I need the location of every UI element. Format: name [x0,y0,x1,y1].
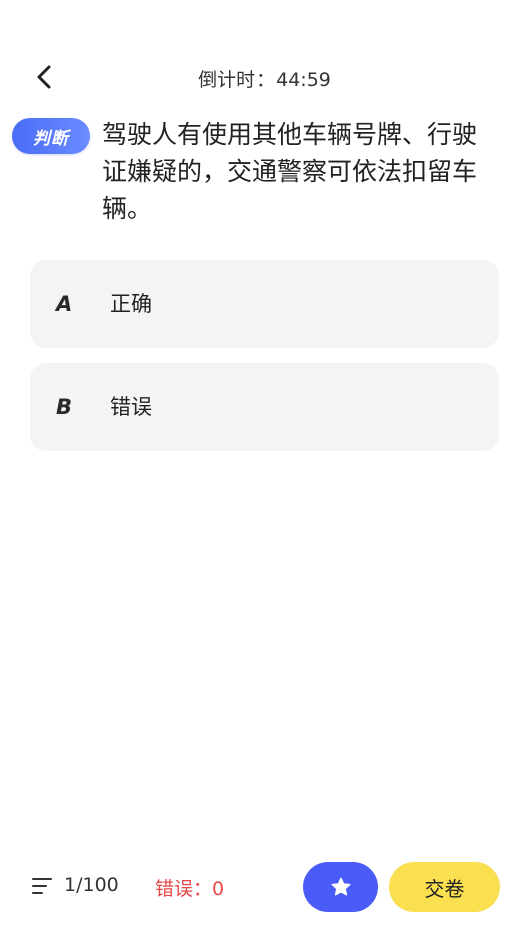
bottom-bar: 1/100 错误：0 交卷 [0,858,529,916]
countdown-timer: 倒计时：44:59 [0,65,529,92]
option-a-letter: A [56,292,73,316]
submit-exam-button[interactable]: 交卷 [389,862,500,912]
option-a[interactable]: A 正确 [30,260,499,348]
option-b-text: 错误 [110,395,152,419]
error-count: 错误：0 [155,874,224,901]
star-icon [331,877,350,896]
timer-separator: ： [256,69,276,91]
option-a-text: 正确 [110,292,152,316]
question-progress[interactable]: 1/100 [64,874,119,896]
timer-label: 倒计时 [198,69,256,91]
timer-value: 44:59 [276,69,331,91]
favorite-button[interactable] [303,862,378,912]
question-type-badge: 判断 [12,118,90,154]
option-b[interactable]: B 错误 [30,363,499,451]
list-icon[interactable] [32,877,52,895]
error-value: 0 [212,878,225,900]
top-bar: 倒计时：44:59 [0,50,529,104]
question-text: 驾驶人有使用其他车辆号牌、行驶证嫌疑的，交通警察可依法扣留车辆。 [102,120,478,223]
error-label: 错误： [155,878,213,900]
option-b-letter: B [56,395,73,419]
